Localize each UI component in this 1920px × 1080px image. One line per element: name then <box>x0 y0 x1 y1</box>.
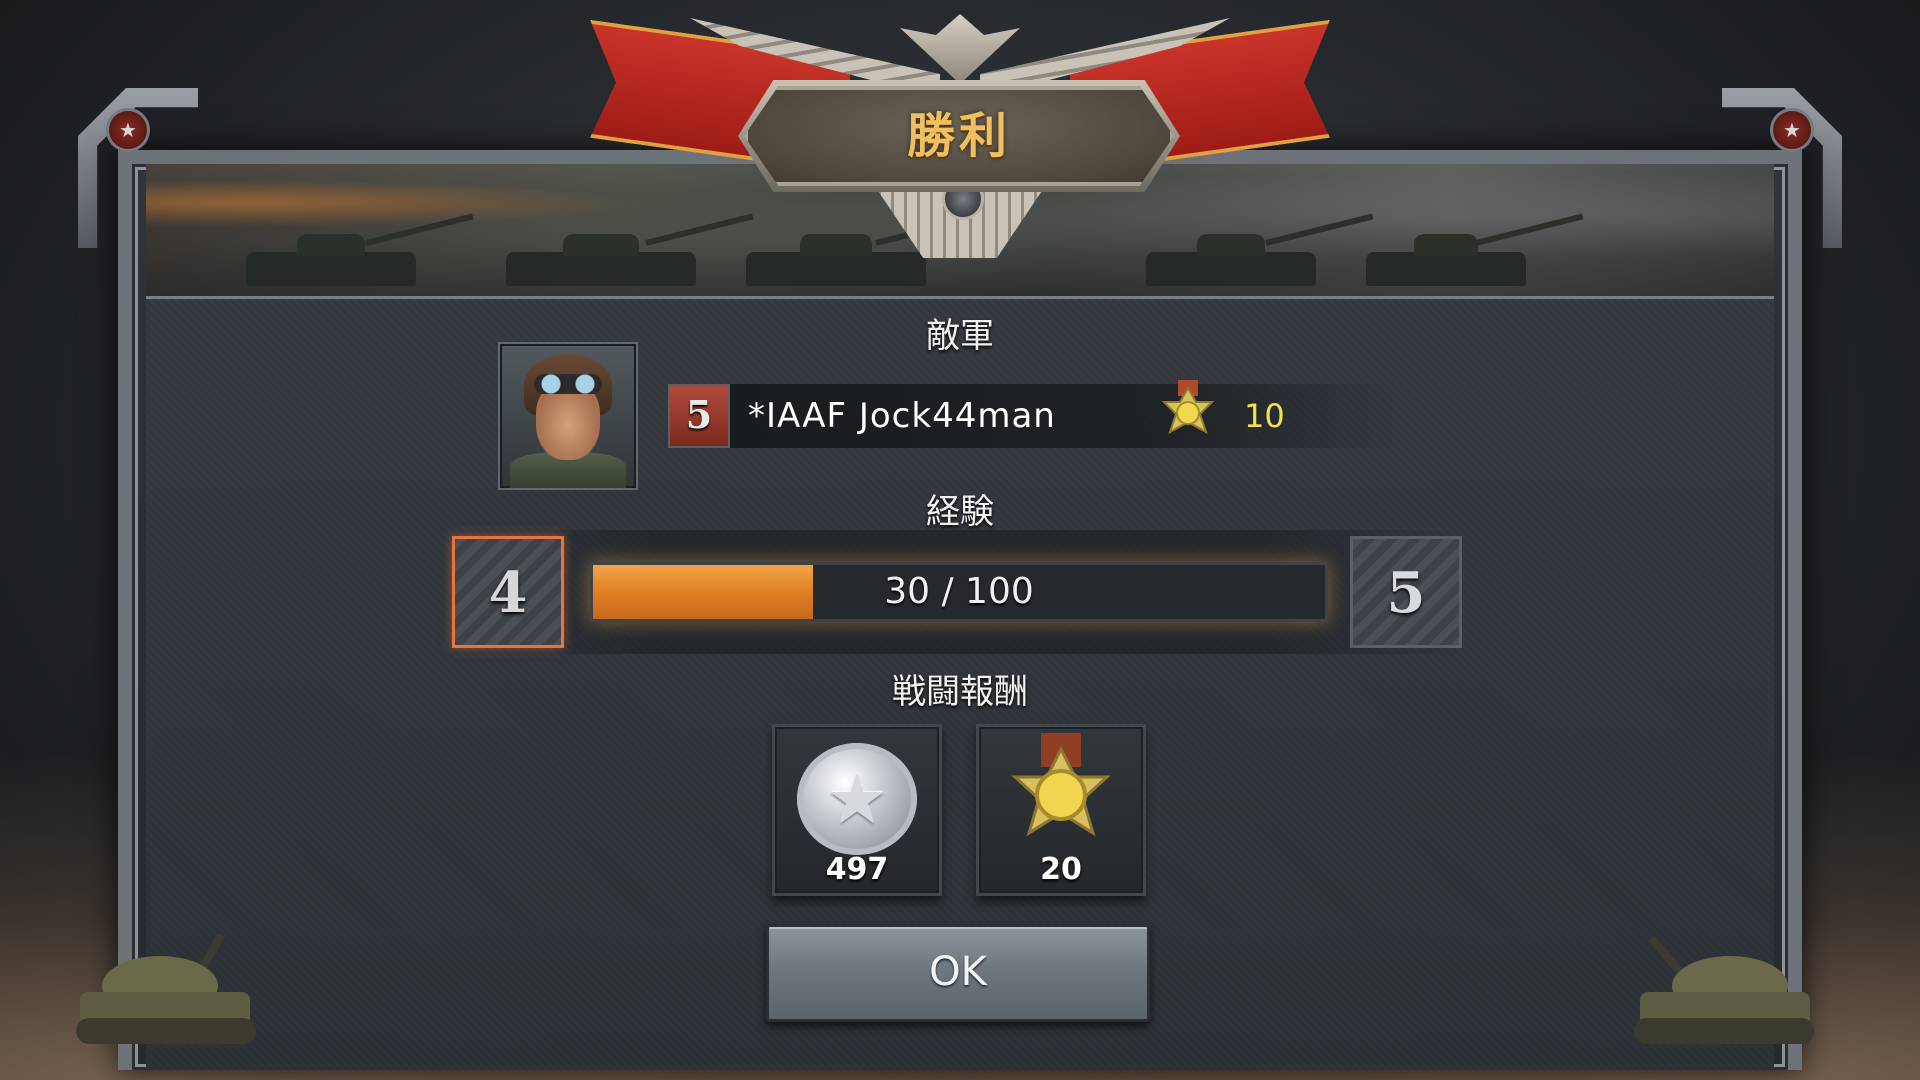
rewards-heading: 戦闘報酬 <box>892 672 1028 712</box>
banner-tank <box>1366 234 1526 286</box>
reward-count: 20 <box>1040 852 1082 887</box>
reward-slot-coins: ★ 497 <box>772 724 942 896</box>
experience-progress-text: 30 / 100 <box>884 571 1034 612</box>
enemy-avatar <box>498 342 638 490</box>
victory-title: 勝利 <box>906 108 1011 164</box>
enemy-name: *IAAF Jock44man <box>748 396 1056 436</box>
enemy-medal-count: 10 <box>1244 397 1285 435</box>
goggles-icon <box>534 374 602 394</box>
coin-star-icon: ★ <box>825 758 889 840</box>
reward-count: 497 <box>825 852 889 887</box>
gold-medal-icon <box>1011 733 1111 837</box>
star-emblem-icon: ★ <box>1770 108 1814 152</box>
current-level-badge: 4 <box>452 536 564 648</box>
medal-icon <box>1161 380 1215 435</box>
silver-coin-icon: ★ <box>797 743 917 855</box>
experience-progress-bar: 30 / 100 <box>590 562 1328 622</box>
banner-tank <box>746 234 926 286</box>
enemy-rank-badge: 5 <box>668 384 730 448</box>
enemy-heading: 敵軍 <box>926 316 994 356</box>
reward-slot-medals: 20 <box>976 724 1146 896</box>
next-level-badge: 5 <box>1350 536 1462 648</box>
experience-heading: 経験 <box>926 492 994 532</box>
banner-tank <box>1146 234 1316 286</box>
foreground-tank-right <box>1634 935 1814 1044</box>
foreground-tank-left <box>76 932 256 1044</box>
banner-tank <box>506 234 696 286</box>
ok-button[interactable]: OK <box>766 924 1150 1022</box>
banner-tank <box>246 234 416 286</box>
star-emblem-icon: ★ <box>106 108 150 152</box>
